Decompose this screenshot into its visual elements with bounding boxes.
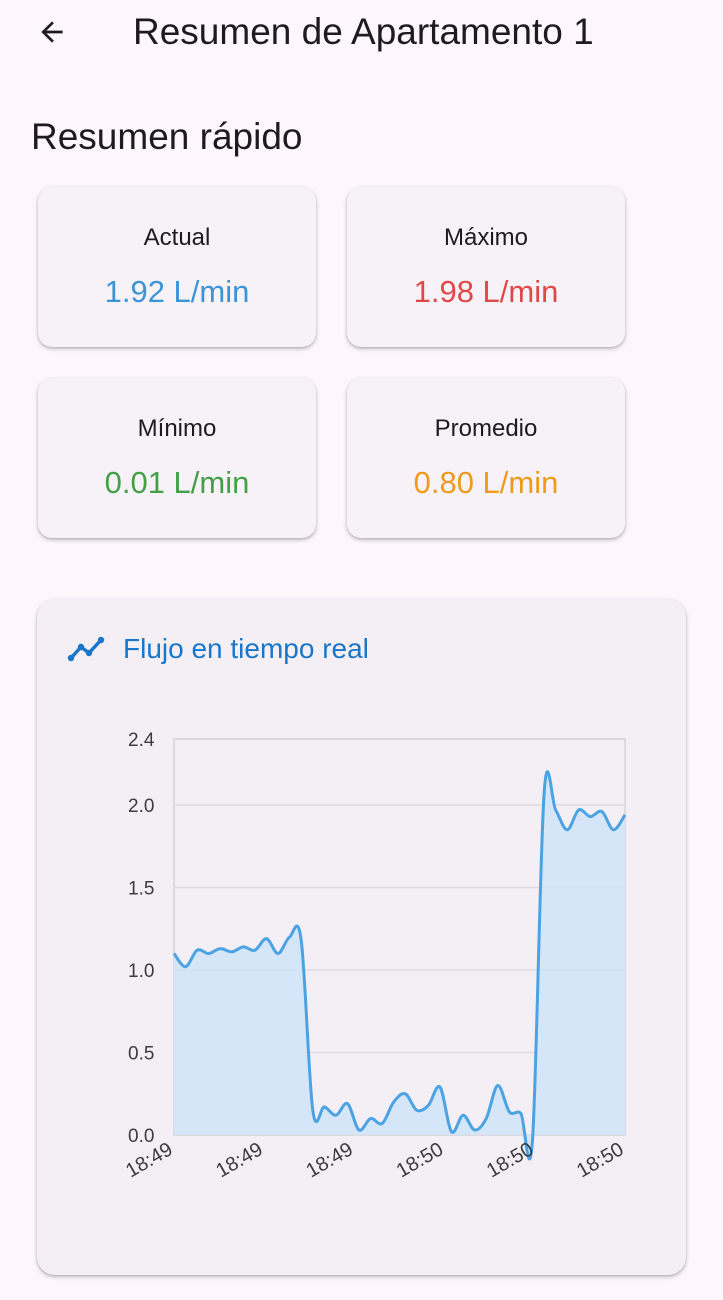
stat-label: Mínimo bbox=[137, 415, 217, 442]
y-tick-label: 2.0 bbox=[128, 796, 154, 817]
page-title: Resumen de Apartamento 1 bbox=[133, 11, 594, 52]
x-tick-label: 18:49 bbox=[303, 1138, 357, 1182]
x-tick-label: 18:50 bbox=[483, 1138, 537, 1182]
stat-value: 1.98 L/min bbox=[413, 274, 559, 309]
stat-label: Máximo bbox=[443, 224, 528, 251]
stat-label: Actual bbox=[143, 224, 211, 251]
stat-card-minimo: Mínimo 0.01 L/min bbox=[38, 378, 316, 538]
app-bar: Resumen de Apartamento 1 bbox=[0, 0, 723, 64]
stat-value: 1.92 L/min bbox=[104, 274, 250, 309]
x-tick-label: 18:50 bbox=[573, 1138, 627, 1182]
y-tick-label: 0.5 bbox=[128, 1044, 154, 1065]
stat-card-maximo: Máximo 1.98 L/min bbox=[347, 187, 625, 347]
back-button[interactable] bbox=[28, 8, 76, 56]
stat-card-promedio: Promedio 0.80 L/min bbox=[347, 378, 625, 538]
stat-card-actual: Actual 1.92 L/min bbox=[38, 187, 316, 347]
stat-value: 0.80 L/min bbox=[413, 465, 559, 500]
arrow-back-icon bbox=[41, 21, 63, 43]
y-tick-label: 0.0 bbox=[128, 1126, 154, 1147]
section-title: Resumen rápido bbox=[31, 116, 303, 157]
chart-card: Flujo en tiempo real 2.4 2.0 1.5 1.0 0.5 0.0 1… bbox=[37, 599, 686, 1275]
stat-label: Promedio bbox=[434, 415, 538, 442]
x-tick-label: 18:49 bbox=[212, 1138, 266, 1182]
flow-chart: 2.42.01.51.00.50.018:49 18:49 18:49 18:50 18… bbox=[122, 730, 627, 1182]
stat-value: 0.01 L/min bbox=[104, 465, 250, 500]
y-tick-label: 1.5 bbox=[128, 879, 154, 900]
x-tick-label: 18:50 bbox=[393, 1138, 447, 1182]
y-tick-label: 1.0 bbox=[128, 961, 154, 982]
y-tick-label: 2.4 bbox=[128, 730, 155, 751]
series-area bbox=[174, 771, 625, 1160]
